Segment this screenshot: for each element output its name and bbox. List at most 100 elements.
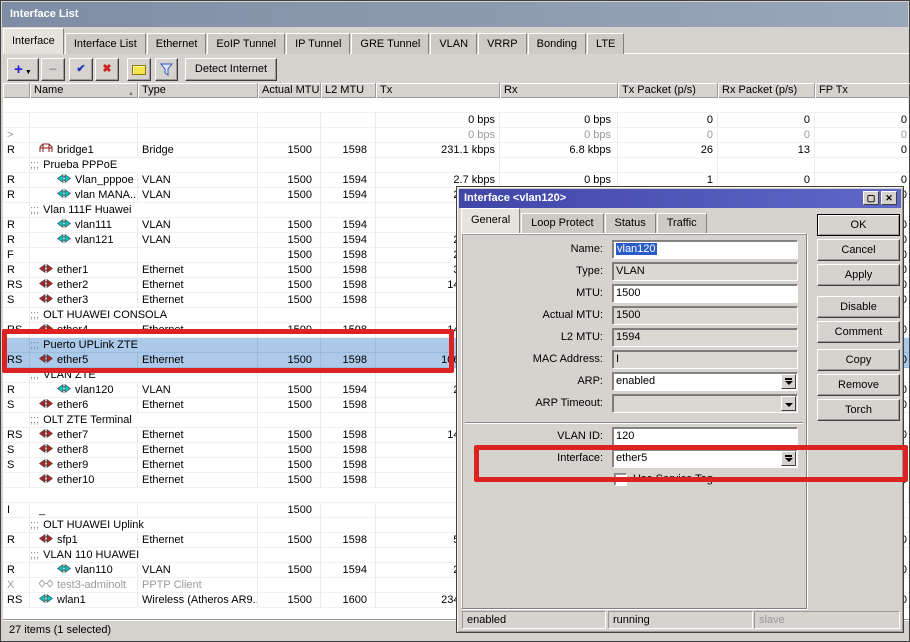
column-header-l2-mtu[interactable]: L2 MTU xyxy=(321,83,376,98)
flag-label: S xyxy=(3,459,14,471)
add-button[interactable]: +▼ xyxy=(7,58,39,81)
chevron-down-icon[interactable] xyxy=(781,374,796,389)
dialog-tab-traffic[interactable]: Traffic xyxy=(657,213,707,233)
close-icon[interactable]: ✕ xyxy=(881,191,897,205)
interface-type: Ethernet xyxy=(138,264,184,276)
chevron-down-icon[interactable] xyxy=(781,396,796,411)
interface-type: VLAN xyxy=(138,189,171,201)
use-service-tag-checkbox[interactable] xyxy=(614,473,627,486)
flag-label: RS xyxy=(3,354,22,366)
vlan-icon xyxy=(57,233,73,247)
l2-mtu-value: 1598 xyxy=(343,444,375,456)
cancel-button[interactable]: Cancel xyxy=(817,239,900,261)
comment-marker: ;;; xyxy=(30,414,39,426)
name-field[interactable]: vlan120 xyxy=(612,240,798,259)
table-row[interactable] xyxy=(3,98,909,113)
tab-vrrp[interactable]: VRRP xyxy=(478,33,527,54)
tab-ethernet[interactable]: Ethernet xyxy=(147,33,207,54)
tx-packet-value: 0 xyxy=(707,114,717,126)
interface-name: ether7 xyxy=(57,429,88,441)
l2-mtu-value: 1598 xyxy=(343,354,375,366)
type-field[interactable]: VLAN xyxy=(612,262,798,281)
chevron-down-icon[interactable] xyxy=(781,451,796,466)
column-header-name[interactable]: Name▲ xyxy=(30,83,138,98)
column-header-rx-packet-p-s-[interactable]: Rx Packet (p/s) xyxy=(718,83,815,98)
table-row[interactable]: >0 bps0 bps000 xyxy=(3,128,909,143)
vlan-icon xyxy=(57,218,73,232)
table-row[interactable]: Rbridge1Bridge15001598231.1 kbps6.8 kbps… xyxy=(3,143,909,158)
tab-gre-tunnel[interactable]: GRE Tunnel xyxy=(351,33,429,54)
vlan-id-field[interactable]: 120 xyxy=(612,427,798,446)
actual-mtu-value: 1500 xyxy=(288,234,320,246)
dialog-titlebar[interactable]: Interface <vlan120> ▢ ✕ xyxy=(459,189,901,208)
arp-timeout-field[interactable] xyxy=(612,394,798,413)
column-header-fp-tx[interactable]: FP Tx xyxy=(815,83,910,98)
actual-mtu-field[interactable]: 1500 xyxy=(612,306,798,325)
ethernet-icon xyxy=(39,263,55,277)
arp-label: ARP: xyxy=(463,372,603,391)
copy-button[interactable]: Copy xyxy=(817,349,900,371)
tab-lte[interactable]: LTE xyxy=(587,33,624,54)
dialog-tab-general[interactable]: General xyxy=(461,208,520,233)
remove-button[interactable]: − xyxy=(41,58,65,81)
column-header-actual-mtu[interactable]: Actual MTU xyxy=(258,83,321,98)
tab-ip-tunnel[interactable]: IP Tunnel xyxy=(286,33,350,54)
flag-label: F xyxy=(3,249,14,261)
disable-button[interactable]: ✖ xyxy=(95,58,119,81)
torch-button[interactable]: Torch xyxy=(817,399,900,421)
actual-mtu-value xyxy=(312,579,320,591)
actual-mtu-value: 1500 xyxy=(288,279,320,291)
interface-name: vlan111 xyxy=(75,219,112,231)
tab-interface[interactable]: Interface xyxy=(3,28,64,54)
mac-address-field[interactable]: I xyxy=(612,350,798,369)
detect-internet-button[interactable]: Detect Internet xyxy=(185,58,277,81)
flag-label: R xyxy=(3,219,15,231)
tab-interface-list[interactable]: Interface List xyxy=(65,33,146,54)
fp-tx-value: 0 xyxy=(901,129,909,141)
apply-button[interactable]: Apply xyxy=(817,264,900,286)
type-label: Type: xyxy=(463,262,603,281)
comment-button[interactable]: Comment xyxy=(817,321,900,343)
column-header-rx[interactable]: Rx xyxy=(500,83,618,98)
l2-mtu-value: 1598 xyxy=(343,474,375,486)
interface-type xyxy=(138,504,142,516)
table-row[interactable]: 0 bps0 bps000 xyxy=(3,113,909,128)
actual-mtu-value xyxy=(312,114,320,126)
interface-type xyxy=(138,249,142,261)
vlan-id-label: VLAN ID: xyxy=(463,427,603,446)
l2-mtu-value: 1594 xyxy=(343,384,375,396)
column-header-tx-packet-p-s-[interactable]: Tx Packet (p/s) xyxy=(618,83,718,98)
column-header-type[interactable]: Type xyxy=(138,83,258,98)
interface-field[interactable]: ether5 xyxy=(612,449,798,468)
mtu-field[interactable]: 1500 xyxy=(612,284,798,303)
l2-mtu-label: L2 MTU: xyxy=(463,328,603,347)
toolbar: +▼−✔✖ Detect Internet xyxy=(3,56,909,83)
filter-button[interactable] xyxy=(155,58,178,81)
tab-eoip-tunnel[interactable]: EoIP Tunnel xyxy=(207,33,285,54)
l2-mtu-value: 1598 xyxy=(343,429,375,441)
arp-field[interactable]: enabled xyxy=(612,372,798,391)
dialog-tab-status[interactable]: Status xyxy=(605,213,656,233)
tab-bonding[interactable]: Bonding xyxy=(528,33,586,54)
disable-button[interactable]: Disable xyxy=(817,296,900,318)
rx-value: 6.8 kbps xyxy=(569,144,617,156)
interface-name: test3-adminolt xyxy=(57,579,126,591)
tab-vlan[interactable]: VLAN xyxy=(430,33,477,54)
comment-row[interactable]: ;;;Prueba PPPoE xyxy=(3,158,909,173)
interface-name: vlan110 xyxy=(75,564,113,576)
column-header-tx[interactable]: Tx xyxy=(376,83,500,98)
interface-name: ether4 xyxy=(57,324,88,336)
enable-button[interactable]: ✔ xyxy=(69,58,93,81)
actual-mtu-value: 1500 xyxy=(288,294,320,306)
window-titlebar[interactable]: Interface List xyxy=(2,2,908,27)
remove-button[interactable]: Remove xyxy=(817,374,900,396)
column-header-flags[interactable] xyxy=(3,83,30,98)
flag-label: RS xyxy=(3,324,22,336)
l2-mtu-field[interactable]: 1594 xyxy=(612,328,798,347)
comment-button[interactable] xyxy=(127,58,151,81)
interface-type xyxy=(138,114,142,126)
actual-mtu-value: 1500 xyxy=(288,189,320,201)
dialog-tab-loop-protect[interactable]: Loop Protect xyxy=(521,213,603,233)
ok-button[interactable]: OK xyxy=(817,214,900,236)
restore-icon[interactable]: ▢ xyxy=(863,191,879,205)
